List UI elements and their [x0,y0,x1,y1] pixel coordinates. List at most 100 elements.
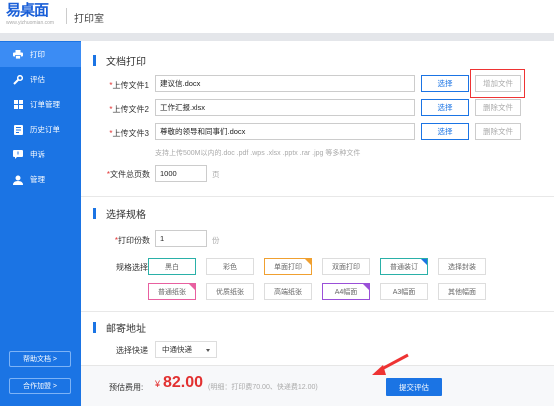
option-label: 高端纸张 [274,288,302,296]
file3-label-text: 上传文件3 [112,129,149,138]
selected-corner [305,259,311,265]
option-color[interactable]: 彩色 [206,258,254,275]
tools-icon [12,74,24,85]
sidebar-item-orders[interactable]: 订单管理 [0,92,81,117]
pages-label: *文件总页数 [106,170,150,179]
fee-detail: (明细：打印费70.00、快递费12.00) [208,384,318,391]
option-label: A3幅面 [392,288,416,296]
selected-corner [421,259,427,265]
history-icon [12,124,24,135]
option-double-sided[interactable]: 双面打印 [322,258,370,275]
option-label: 选择封装 [448,263,476,271]
main-panel: 文档打印 *上传文件1 建议信.docx 选择 增加文件 *上传文件2 工作汇报… [81,41,554,365]
option-other-size[interactable]: 其他幅面 [438,283,486,300]
logo-text: 易桌面 [6,2,49,19]
section-marker [93,55,96,66]
selected-corner [189,284,195,290]
selected-corner [363,284,369,290]
file3-delete-button[interactable]: 删除文件 [475,123,521,140]
sidebar-item-print[interactable]: 打印 [0,42,81,67]
sidebar-item-evaluate[interactable]: 评估 [0,67,81,92]
section-divider [81,196,554,197]
file2-delete-button[interactable]: 删除文件 [475,99,521,116]
sidebar-item-label: 评估 [30,75,45,84]
pages-unit: 页 [212,170,220,179]
option-label: 黑白 [165,263,179,271]
option-label: 单面打印 [274,263,302,271]
option-black-white[interactable]: 黑白 [148,258,196,275]
option-label: 彩色 [223,263,237,271]
section-doc-print: 文档打印 [93,53,146,68]
page-title: 打印室 [74,14,104,25]
section-mail: 邮寄地址 [93,320,146,335]
file3-input[interactable]: 尊敬的领导和同事们.docx [155,123,415,140]
option-label: 普通纸张 [158,288,186,296]
sidebar-item-manage[interactable]: 管理 [0,167,81,192]
copies-input[interactable]: 1 [155,230,207,247]
sidebar-item-label: 历史订单 [30,125,60,134]
submit-evaluation-button[interactable]: 提交评估 [386,378,442,396]
help-docs-button[interactable]: 帮助文档 > [9,351,71,367]
option-label: 普通装订 [390,263,418,271]
arrow-icon [372,353,409,375]
printer-icon [12,50,24,59]
partner-button[interactable]: 合作加盟 > [9,378,71,394]
file2-input[interactable]: 工作汇报.xlsx [155,99,415,116]
grid-icon [12,100,24,109]
sidebar-item-label: 订单管理 [30,100,60,109]
section-spec: 选择规格 [93,206,146,221]
option-label: A4幅面 [334,288,358,296]
section-divider [81,311,554,312]
sidebar: 打印 评估 订单管理 历史订单 申诉 管理 帮助文档 > 合作加盟 > [0,41,81,406]
section-marker [93,322,96,333]
sidebar-item-label: 申诉 [30,150,45,159]
fee-label: 预估费用: [109,383,144,392]
upload-hint: 支持上传500M以内的.doc .pdf .wps .xlsx .pptx .r… [155,150,361,157]
option-single-sided[interactable]: 单面打印 [264,258,312,275]
file3-choose-button[interactable]: 选择 [421,123,469,140]
file1-label-text: 上传文件1 [112,81,149,90]
option-quality-paper[interactable]: 优质纸张 [206,283,254,300]
file2-label: *上传文件2 [109,105,149,114]
option-normal-binding[interactable]: 普通装订 [380,258,428,275]
spec-label: 规格选择 [116,263,148,272]
file3-label: *上传文件3 [109,129,149,138]
section-title: 邮寄地址 [106,324,146,335]
file1-input[interactable]: 建议信.docx [155,75,415,92]
file2-label-text: 上传文件2 [112,105,149,114]
express-select[interactable]: 中通快递 [155,341,217,358]
option-a4[interactable]: A4幅面 [322,283,370,300]
express-label: 选择快递 [116,346,148,355]
section-title: 文档打印 [106,57,146,68]
section-marker [93,208,96,219]
header-separator [66,8,67,24]
option-a3[interactable]: A3幅面 [380,283,428,300]
appeal-icon [12,150,24,159]
fee-currency: ¥ [155,379,161,389]
sidebar-item-appeal[interactable]: 申诉 [0,142,81,167]
option-premium-paper[interactable]: 高端纸张 [264,283,312,300]
user-icon [12,175,24,185]
option-choose-packaging[interactable]: 选择封装 [438,258,486,275]
option-label: 其他幅面 [448,288,476,296]
file1-label: *上传文件1 [109,81,149,90]
pages-label-text: 文件总页数 [110,170,150,179]
option-label: 优质纸张 [216,288,244,296]
logo-subtitle: www.yizhuomian.com [6,20,55,26]
pages-input[interactable]: 1000 [155,165,207,182]
logo[interactable]: 易桌面 www.yizhuomian.com [6,2,55,27]
fee-value: 82.00 [163,374,204,391]
file2-choose-button[interactable]: 选择 [421,99,469,116]
copies-label-text: 打印份数 [118,236,150,245]
header-band [0,33,554,41]
section-title: 选择规格 [106,210,146,221]
sidebar-item-history[interactable]: 历史订单 [0,117,81,142]
option-normal-paper[interactable]: 普通纸张 [148,283,196,300]
sidebar-item-label: 管理 [30,175,45,184]
option-label: 双面打印 [332,263,360,271]
highlight-box [470,69,525,98]
file1-choose-button[interactable]: 选择 [421,75,469,92]
copies-label: *打印份数 [114,236,150,245]
express-value: 中通快递 [162,345,192,354]
top-bar: 易桌面 www.yizhuomian.com 打印室 [0,0,554,33]
